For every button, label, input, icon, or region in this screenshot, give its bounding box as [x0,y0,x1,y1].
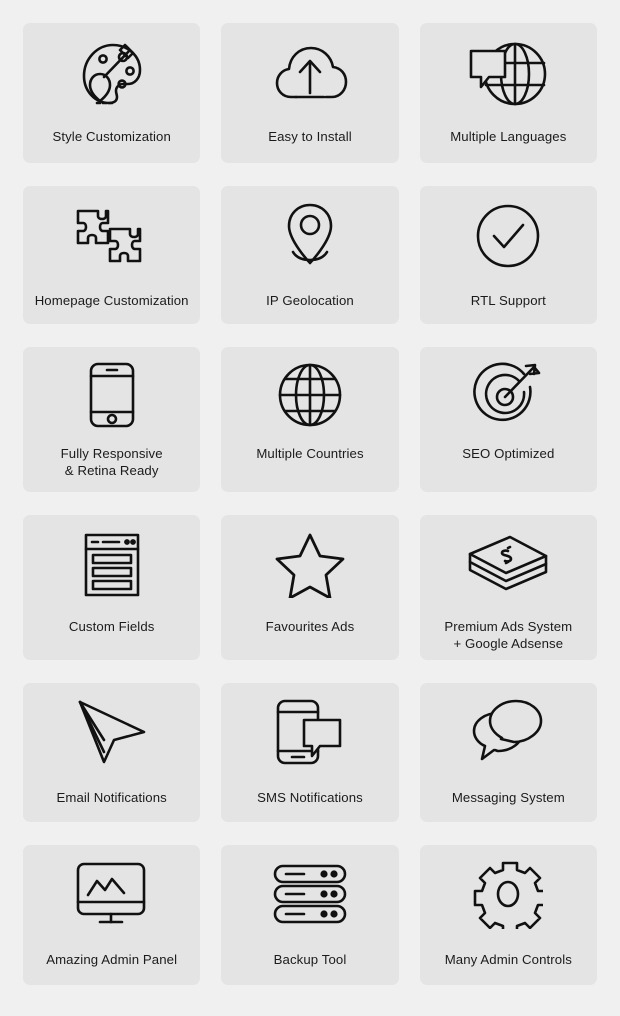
feature-card-ip-geolocation[interactable]: IP Geolocation [221,186,398,324]
star-icon [274,531,346,599]
feature-card-label: Email Notifications [50,789,172,806]
feature-card-seo-optimized[interactable]: SEO Optimized [420,347,597,492]
chat-bubbles-icon [468,697,548,767]
server-stack-icon [272,859,348,929]
feature-grid: Style Customization Easy to Install [0,0,620,1008]
feature-card-favourites-ads[interactable]: Favourites Ads [221,515,398,660]
feature-card-label: Messaging System [446,789,571,806]
feature-card-label: Multiple Countries [250,445,369,462]
feature-card-label: Multiple Languages [444,128,572,145]
monitor-chart-icon [74,859,150,929]
cloud-upload-icon [272,41,348,107]
paper-plane-icon [74,697,150,767]
target-arrow-icon [472,361,544,429]
feature-card-label: Premium Ads System + Google Adsense [438,618,578,652]
gear-icon [473,859,543,929]
phone-message-icon [272,697,348,767]
feature-card-label: Custom Fields [63,618,161,635]
feature-card-rtl-support[interactable]: RTL Support [420,186,597,324]
feature-card-label: Backup Tool [268,951,353,968]
feature-card-easy-to-install[interactable]: Easy to Install [221,23,398,163]
feature-card-amazing-admin-panel[interactable]: Amazing Admin Panel [23,845,200,985]
map-pin-icon [280,202,340,270]
feature-card-multiple-languages[interactable]: Multiple Languages [420,23,597,163]
money-stack-icon [466,531,550,599]
feature-card-label: Fully Responsive & Retina Ready [55,445,169,479]
feature-card-label: SEO Optimized [456,445,560,462]
feature-card-label: Easy to Install [262,128,358,145]
feature-card-many-admin-controls[interactable]: Many Admin Controls [420,845,597,985]
feature-card-label: Many Admin Controls [439,951,578,968]
feature-card-label: Amazing Admin Panel [40,951,183,968]
feature-card-label: Homepage Customization [29,292,195,309]
feature-card-email-notifications[interactable]: Email Notifications [23,683,200,822]
feature-card-style-customization[interactable]: Style Customization [23,23,200,163]
palette-brush-icon [73,41,151,107]
form-fields-icon [82,531,142,599]
feature-card-multiple-countries[interactable]: Multiple Countries [221,347,398,492]
feature-card-backup-tool[interactable]: Backup Tool [221,845,398,985]
smartphone-icon [87,361,137,429]
globe-icon [277,361,343,429]
feature-card-label: SMS Notifications [251,789,369,806]
check-circle-icon [475,202,541,270]
globe-speech-bubble-icon [467,41,549,107]
feature-card-messaging-system[interactable]: Messaging System [420,683,597,822]
feature-card-fully-responsive[interactable]: Fully Responsive & Retina Ready [23,347,200,492]
feature-card-label: Style Customization [46,128,176,145]
feature-card-label: IP Geolocation [260,292,360,309]
feature-card-premium-ads-system[interactable]: Premium Ads System + Google Adsense [420,515,597,660]
feature-card-label: RTL Support [465,292,552,309]
feature-card-sms-notifications[interactable]: SMS Notifications [221,683,398,822]
puzzle-pieces-icon [70,202,154,270]
feature-card-homepage-customization[interactable]: Homepage Customization [23,186,200,324]
feature-card-label: Favourites Ads [260,618,361,635]
feature-card-custom-fields[interactable]: Custom Fields [23,515,200,660]
